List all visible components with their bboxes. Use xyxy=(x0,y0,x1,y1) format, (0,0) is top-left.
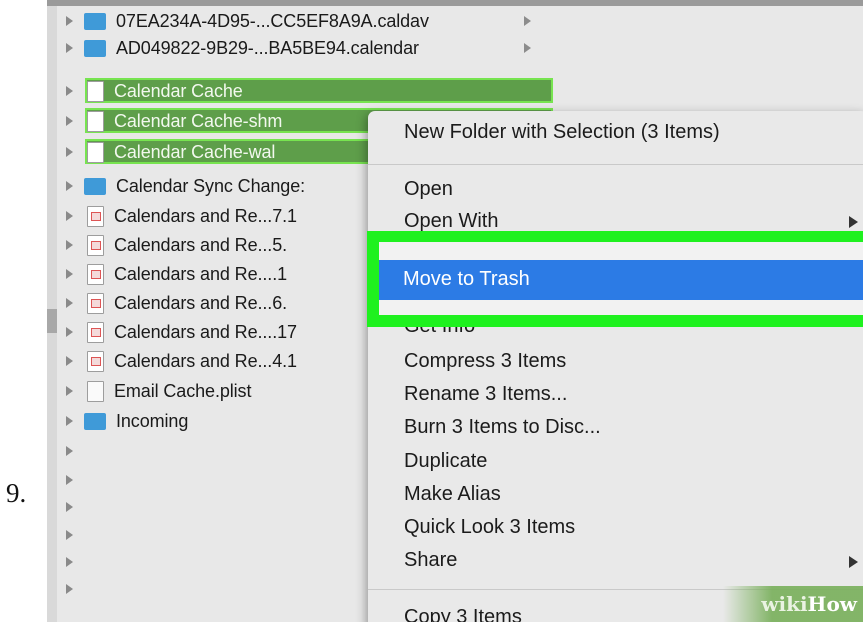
disclosure-triangle-icon[interactable] xyxy=(66,530,73,540)
disclosure-triangle-icon[interactable] xyxy=(66,446,73,456)
folder-icon xyxy=(84,12,106,30)
step-number: 9. xyxy=(6,478,27,508)
menu-item-make-alias[interactable]: Make Alias xyxy=(404,483,501,506)
file-name: AD049822-9B29-...BA5BE94.calendar xyxy=(116,37,419,58)
file-row[interactable]: AD049822-9B29-...BA5BE94.calendar xyxy=(57,35,857,61)
folder-icon xyxy=(84,177,106,195)
plist-file-icon xyxy=(87,380,104,402)
file-name: 07EA234A-4D95-...CC5EF8A9A.caldav xyxy=(116,10,429,31)
menu-item-compress[interactable]: Compress 3 Items xyxy=(404,350,566,373)
calendar-file-icon xyxy=(87,205,104,227)
file-row[interactable]: 07EA234A-4D95-...CC5EF8A9A.caldav xyxy=(57,8,857,34)
file-name: Calendars and Re....1 xyxy=(114,263,288,284)
disclosure-triangle-icon[interactable] xyxy=(66,211,73,221)
menu-item-copy[interactable]: Copy 3 Items xyxy=(404,606,522,622)
file-name: Calendars and Re...4.1 xyxy=(114,350,297,371)
folder-icon xyxy=(84,39,106,57)
menu-item-quick-look[interactable]: Quick Look 3 Items xyxy=(404,516,575,539)
disclosure-triangle-icon[interactable] xyxy=(66,86,73,96)
sidebar-gutter xyxy=(47,6,57,622)
submenu-arrow-icon xyxy=(849,556,858,568)
window-edge xyxy=(47,0,863,6)
disclosure-triangle-icon[interactable] xyxy=(66,43,73,53)
document-icon xyxy=(87,110,104,132)
disclosure-triangle-icon[interactable] xyxy=(66,298,73,308)
menu-item-burn[interactable]: Burn 3 Items to Disc... xyxy=(404,416,601,439)
wikihow-watermark: wiki How xyxy=(723,586,863,622)
file-name: Calendars and Re....17 xyxy=(114,321,297,342)
file-row-selected[interactable]: Calendar Cache xyxy=(57,78,857,104)
file-name: Calendars and Re...5. xyxy=(114,234,288,255)
menu-item-label: Move to Trash xyxy=(403,268,530,290)
expand-arrow-icon[interactable] xyxy=(524,16,531,26)
disclosure-triangle-icon[interactable] xyxy=(66,475,73,485)
highlight-frame: Move to Trash xyxy=(367,231,863,327)
disclosure-triangle-icon[interactable] xyxy=(66,584,73,594)
watermark-wiki: wiki xyxy=(761,592,808,616)
finder-screenshot: 07EA234A-4D95-...CC5EF8A9A.caldav AD0498… xyxy=(47,0,863,622)
menu-separator xyxy=(368,164,863,165)
disclosure-triangle-icon[interactable] xyxy=(66,327,73,337)
folder-icon xyxy=(84,412,106,430)
disclosure-triangle-icon[interactable] xyxy=(66,147,73,157)
highlight-inner: Move to Trash xyxy=(379,242,863,315)
watermark-how: How xyxy=(807,592,857,616)
calendar-file-icon xyxy=(87,234,104,256)
disclosure-triangle-icon[interactable] xyxy=(66,416,73,426)
menu-item-move-to-trash[interactable]: Move to Trash xyxy=(379,260,863,300)
expand-arrow-icon[interactable] xyxy=(524,43,531,53)
calendar-file-icon xyxy=(87,292,104,314)
menu-item-rename[interactable]: Rename 3 Items... xyxy=(404,383,567,406)
disclosure-triangle-icon[interactable] xyxy=(66,356,73,366)
menu-item-open-with[interactable]: Open With xyxy=(404,210,498,233)
file-name: Calendars and Re...7.1 xyxy=(114,205,297,226)
calendar-file-icon xyxy=(87,350,104,372)
document-icon xyxy=(87,141,104,163)
disclosure-triangle-icon[interactable] xyxy=(66,502,73,512)
file-name: Calendar Cache-shm xyxy=(114,110,283,131)
file-name: Calendars and Re...6. xyxy=(114,292,288,313)
disclosure-triangle-icon[interactable] xyxy=(66,386,73,396)
file-name: Calendar Cache-wal xyxy=(114,141,276,162)
disclosure-triangle-icon[interactable] xyxy=(66,240,73,250)
menu-item-duplicate[interactable]: Duplicate xyxy=(404,450,487,473)
disclosure-triangle-icon[interactable] xyxy=(66,181,73,191)
disclosure-triangle-icon[interactable] xyxy=(66,269,73,279)
file-name: Email Cache.plist xyxy=(114,380,252,401)
context-menu: New Folder with Selection (3 Items) Open… xyxy=(368,111,863,622)
file-name: Calendar Sync Change: xyxy=(116,175,306,196)
calendar-file-icon xyxy=(87,321,104,343)
gutter-marker xyxy=(47,309,57,333)
document-icon xyxy=(87,80,104,102)
disclosure-triangle-icon[interactable] xyxy=(66,557,73,567)
menu-item-new-folder-with-selection[interactable]: New Folder with Selection (3 Items) xyxy=(404,121,720,144)
calendar-file-icon xyxy=(87,263,104,285)
submenu-arrow-icon xyxy=(849,216,858,228)
file-name: Calendar Cache xyxy=(114,80,243,101)
file-name: Incoming xyxy=(116,410,189,431)
menu-item-share[interactable]: Share xyxy=(404,549,457,572)
disclosure-triangle-icon[interactable] xyxy=(66,116,73,126)
menu-item-open[interactable]: Open xyxy=(404,178,453,201)
disclosure-triangle-icon[interactable] xyxy=(66,16,73,26)
